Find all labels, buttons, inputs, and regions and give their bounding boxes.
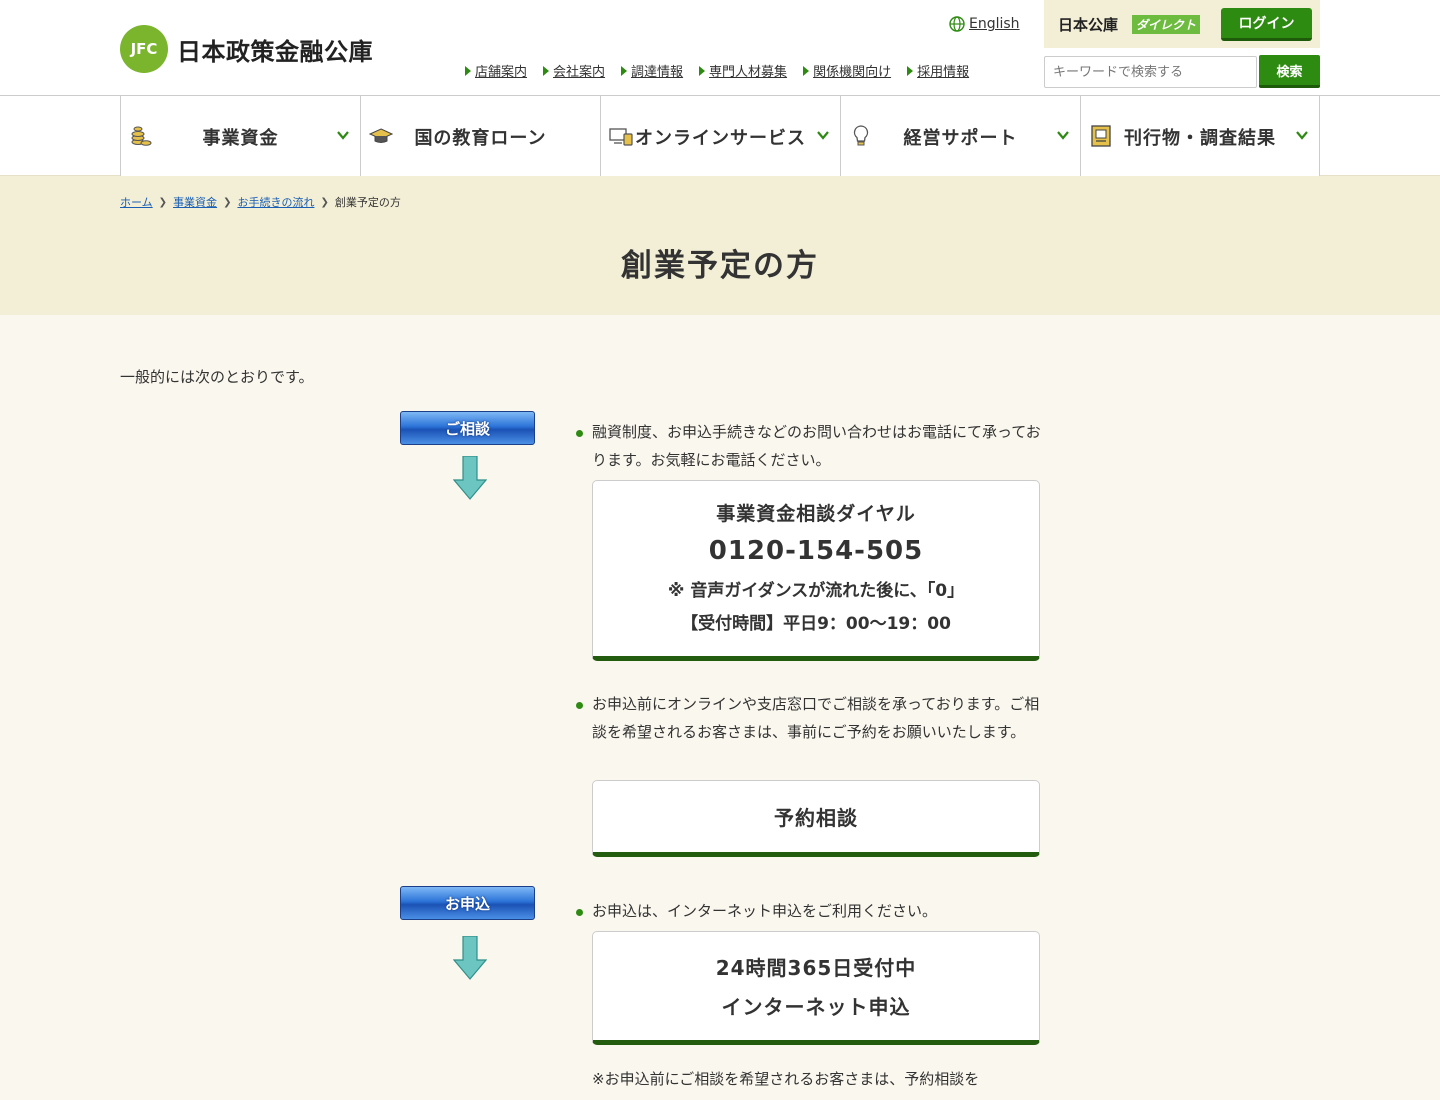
gnav-label: 国の教育ローン (414, 128, 547, 149)
breadcrumb-current: 創業予定の方 (334, 196, 401, 209)
consult-bullet-reservation: お申込前にオンラインや支店窓口でご相談を承っております。ご相談を希望されるお客さ… (576, 690, 1046, 746)
util-link-label: 店舗案内 (475, 65, 528, 80)
util-link-specialists[interactable]: 専門人材募集 (699, 61, 787, 80)
gnav-label: オンラインサービス (635, 128, 806, 149)
chevron-right-icon: ❯ (158, 196, 168, 208)
gnav-publications[interactable]: 刊行物・調査結果 (1080, 96, 1320, 176)
step-badge-consult: ご相談 (400, 411, 535, 445)
reservation-consult-button[interactable]: 予約相談 (592, 780, 1040, 857)
util-link-institutions[interactable]: 関係機関向け (803, 61, 891, 80)
bullet-dot-icon (576, 702, 583, 709)
arrow-down-icon (453, 456, 487, 500)
gnav-label: 事業資金 (202, 128, 279, 149)
gnav-education-loan[interactable]: 国の教育ローン (360, 96, 600, 176)
util-link-procurement[interactable]: 調達情報 (621, 61, 683, 80)
util-link-recruit[interactable]: 採用情報 (907, 61, 969, 80)
internet-apply-line2: インターネット申込 (721, 995, 911, 1019)
triangle-right-icon (803, 65, 810, 76)
breadcrumb: ホーム ❯ 事業資金 ❯ お手続きの流れ ❯ 創業予定の方 (120, 194, 401, 210)
chevron-down-icon (337, 131, 349, 140)
global-nav: 事業資金 国の教育ローン オンラインサービス 経営サポート 刊行物・調査結果 (120, 96, 1320, 176)
internet-apply-line1: 24時間365日受付中 (715, 956, 917, 980)
gnav-management-support[interactable]: 経営サポート (840, 96, 1080, 176)
util-link-label: 専門人材募集 (709, 65, 788, 80)
english-link[interactable]: English (949, 16, 1020, 32)
dial-number[interactable]: 0120-154-505 (593, 536, 1039, 566)
site-name: 日本政策金融公庫 (177, 37, 373, 66)
gnav-label: 刊行物・調査結果 (1124, 128, 1276, 149)
consult-bullet-phone: 融資制度、お申込手続きなどのお問い合わせはお電話にて承っております。お気軽にお電… (576, 418, 1046, 474)
intro-text: 一般的には次のとおりです。 (120, 368, 314, 386)
triangle-right-icon (621, 65, 628, 76)
direct-tag: ダイレクト (1132, 15, 1201, 34)
site-header: JFC 日本政策金融公庫 English 日本公庫 ダイレクト ログイン 店舗案… (0, 0, 1440, 96)
english-link-label: English (969, 16, 1020, 32)
breadcrumb-link-business-funds[interactable]: 事業資金 (173, 194, 217, 210)
arrow-down-icon (453, 936, 487, 980)
bullet-text: 融資制度、お申込手続きなどのお問い合わせはお電話にて承っております。お気軽にお電… (592, 423, 1041, 469)
search-button[interactable]: 検索 (1259, 55, 1320, 88)
search-input[interactable] (1044, 56, 1257, 88)
triangle-right-icon (543, 65, 550, 76)
util-link-stores[interactable]: 店舗案内 (465, 61, 527, 80)
breadcrumb-link-home[interactable]: ホーム (120, 194, 153, 210)
gnav-label: 経営サポート (903, 128, 1018, 149)
step-badge-apply: お申込 (400, 886, 535, 920)
jfc-logo-icon: JFC (120, 25, 168, 73)
util-link-label: 調達情報 (631, 65, 684, 80)
chevron-down-icon (1057, 131, 1069, 140)
dial-title: 事業資金相談ダイヤル (716, 503, 916, 525)
bullet-text: お申込前にオンラインや支店窓口でご相談を承っております。ご相談を希望されるお客さ… (592, 695, 1040, 741)
triangle-right-icon (907, 65, 914, 76)
bullet-text: お申込は、インターネット申込をご利用ください。 (592, 902, 938, 920)
apply-footnote: ※お申込前にご相談を希望されるお客さまは、予約相談を (592, 1070, 980, 1088)
gnav-online-services[interactable]: オンラインサービス (600, 96, 840, 176)
util-link-label: 関係機関向け (813, 65, 892, 80)
globe-icon (949, 16, 965, 32)
direct-name: 日本公庫 (1058, 16, 1119, 34)
util-link-label: 会社案内 (553, 65, 606, 80)
util-link-company[interactable]: 会社案内 (543, 61, 605, 80)
triangle-right-icon (699, 65, 706, 76)
apply-bullet: お申込は、インターネット申込をご利用ください。 (576, 897, 1046, 925)
bullet-dot-icon (576, 430, 583, 437)
page-title: 創業予定の方 (621, 248, 819, 284)
utility-nav: 店舗案内 会社案内 調達情報 専門人材募集 関係機関向け 採用情報 (465, 61, 985, 80)
site-logo[interactable]: JFC 日本政策金融公庫 (120, 25, 373, 73)
chevron-down-icon (1296, 131, 1308, 140)
triangle-right-icon (465, 65, 471, 76)
chevron-down-icon (817, 131, 829, 140)
chevron-right-icon: ❯ (320, 196, 329, 208)
bullet-dot-icon (576, 909, 583, 916)
direct-panel: 日本公庫 ダイレクト ログイン (1044, 0, 1320, 48)
util-link-label: 採用情報 (917, 65, 970, 80)
internet-apply-button[interactable]: 24時間365日受付中 インターネット申込 (592, 931, 1040, 1045)
login-button[interactable]: ログイン (1221, 8, 1312, 41)
dial-hours: 【受付時間】平日9：00〜19：00 (681, 614, 951, 634)
breadcrumb-link-procedure[interactable]: お手続きの流れ (237, 194, 314, 210)
consult-dial-card: 事業資金相談ダイヤル 0120-154-505 ※ 音声ガイダンスが流れた後に、… (592, 480, 1040, 661)
gnav-business-funds[interactable]: 事業資金 (120, 96, 360, 176)
chevron-right-icon: ❯ (223, 196, 232, 208)
dial-note: ※ 音声ガイダンスが流れた後に、「0」 (667, 581, 965, 601)
